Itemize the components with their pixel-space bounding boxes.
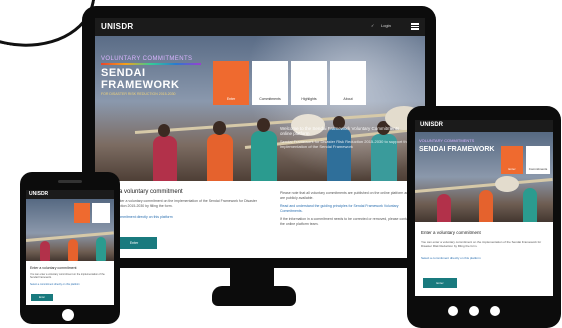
phone-select-link[interactable]: Select a commitment directly on this pla… (30, 283, 110, 286)
person-figure (251, 131, 277, 181)
hero-overline: VOLUNTARY COMMITMENTS (101, 56, 193, 62)
tile-label: Highlights (301, 97, 317, 101)
tablet-tile-enter[interactable]: Enter (501, 146, 523, 174)
person-figure (523, 188, 537, 222)
phone-home-button (62, 309, 74, 321)
welcome-block: Welcome to the Sendai Framework Voluntar… (280, 126, 410, 149)
content-area: Enter a voluntary commitment You can ent… (95, 181, 425, 258)
tablet-select-link[interactable]: Select a commitment directly on this pla… (421, 256, 547, 260)
hero-subtitle: FOR DISASTER RISK REDUCTION 2015-2030 (101, 92, 176, 96)
person-head (158, 124, 170, 137)
tablet-screen: UNISDR VOLUNTARY COMMITMENTS SENDAI FRAM… (415, 120, 553, 296)
note-text: If the information in a commitment needs… (280, 217, 411, 226)
person-figure (479, 190, 493, 222)
tablet-overline: VOLUNTARY COMMITMENTS (419, 138, 475, 143)
tablet-logo[interactable]: UNISDR (420, 122, 443, 128)
hamburger-menu-icon[interactable] (411, 23, 419, 30)
person-figure (437, 194, 451, 222)
phone-speaker (58, 180, 82, 183)
phone-tile-commitments[interactable] (92, 203, 110, 223)
person-head (213, 121, 226, 135)
guidelines-link[interactable]: Read and understand the guiding principl… (280, 204, 415, 214)
person-figure (96, 237, 106, 261)
tile-label: About (343, 97, 353, 101)
login-link[interactable]: Login (381, 23, 391, 28)
tile-label: Commitments (259, 97, 281, 101)
person-figure (153, 136, 177, 181)
tablet-button-dot (469, 306, 479, 316)
person-figure (207, 134, 233, 181)
tablet-button-dot (448, 306, 458, 316)
tablet-hero: VOLUNTARY COMMITMENTS SENDAI FRAMEWORK E… (415, 132, 553, 222)
tablet-tile-commitments[interactable]: Commitments (526, 146, 550, 174)
phone-enter-button[interactable]: Enter (31, 294, 53, 301)
select-commitment-link[interactable]: Select a commitment directly on this pla… (103, 215, 263, 220)
tile-label: Commitments (528, 167, 548, 171)
intro-paragraph: You can enter a voluntary commitment on … (103, 199, 257, 208)
welcome-text: Sendai Framework for Disaster Risk Reduc… (280, 139, 409, 149)
tile-enter[interactable]: Enter (213, 61, 249, 105)
tile-about[interactable]: About (330, 61, 366, 105)
monitor-stand-base (212, 286, 296, 306)
phone-screen: UNISDR Enter a voluntary commitment You … (26, 190, 114, 305)
phone-intro: You can enter a voluntary commitment on … (30, 273, 105, 279)
note-text: Please note that all voluntary commitmen… (280, 191, 411, 200)
carried-sack (495, 176, 519, 192)
phone-tile-enter[interactable] (74, 203, 90, 223)
hero-title-block: VOLUNTARY COMMITMENTS SENDAI FRAMEWORK F… (101, 56, 211, 96)
tile-commitments[interactable]: Commitments (252, 61, 288, 105)
tablet-topbar: UNISDR (415, 120, 553, 132)
tablet-button-dot (490, 306, 500, 316)
hero-banner: VOLUNTARY COMMITMENTS SENDAI FRAMEWORK F… (95, 36, 425, 181)
tablet-intro: You can enter a voluntary commitment on … (421, 240, 542, 248)
tile-highlights[interactable]: Highlights (291, 61, 327, 105)
tablet-enter-button[interactable]: Enter (423, 278, 457, 288)
tile-label: Enter (508, 167, 516, 171)
phone-logo[interactable]: UNISDR (29, 191, 48, 197)
tablet-title: SENDAI FRAMEWORK (419, 146, 495, 153)
person-figure (68, 239, 78, 261)
notes-column: Please note that all voluntary commitmen… (280, 191, 415, 227)
top-navigation-bar: UNISDR ✓ Login (95, 18, 425, 36)
tablet-heading: Enter a voluntary commitment (421, 230, 481, 235)
phone-hero (26, 199, 114, 261)
unisdr-logo[interactable]: UNISDR (101, 22, 133, 31)
hero-title: SENDAI FRAMEWORK (101, 67, 180, 91)
person-head (257, 118, 270, 132)
phone-heading: Enter a voluntary commitment (30, 266, 77, 270)
user-icon[interactable]: ✓ (371, 23, 374, 28)
phone-topbar: UNISDR (26, 190, 114, 199)
welcome-title: Welcome to the Sendai Framework Voluntar… (280, 126, 400, 136)
color-stripe (101, 63, 201, 65)
tile-label: Enter (226, 97, 236, 101)
desktop-screen: UNISDR ✓ Login VOLUNTARY COMMITMENTS SEN… (95, 18, 425, 258)
person-figure (40, 241, 50, 261)
